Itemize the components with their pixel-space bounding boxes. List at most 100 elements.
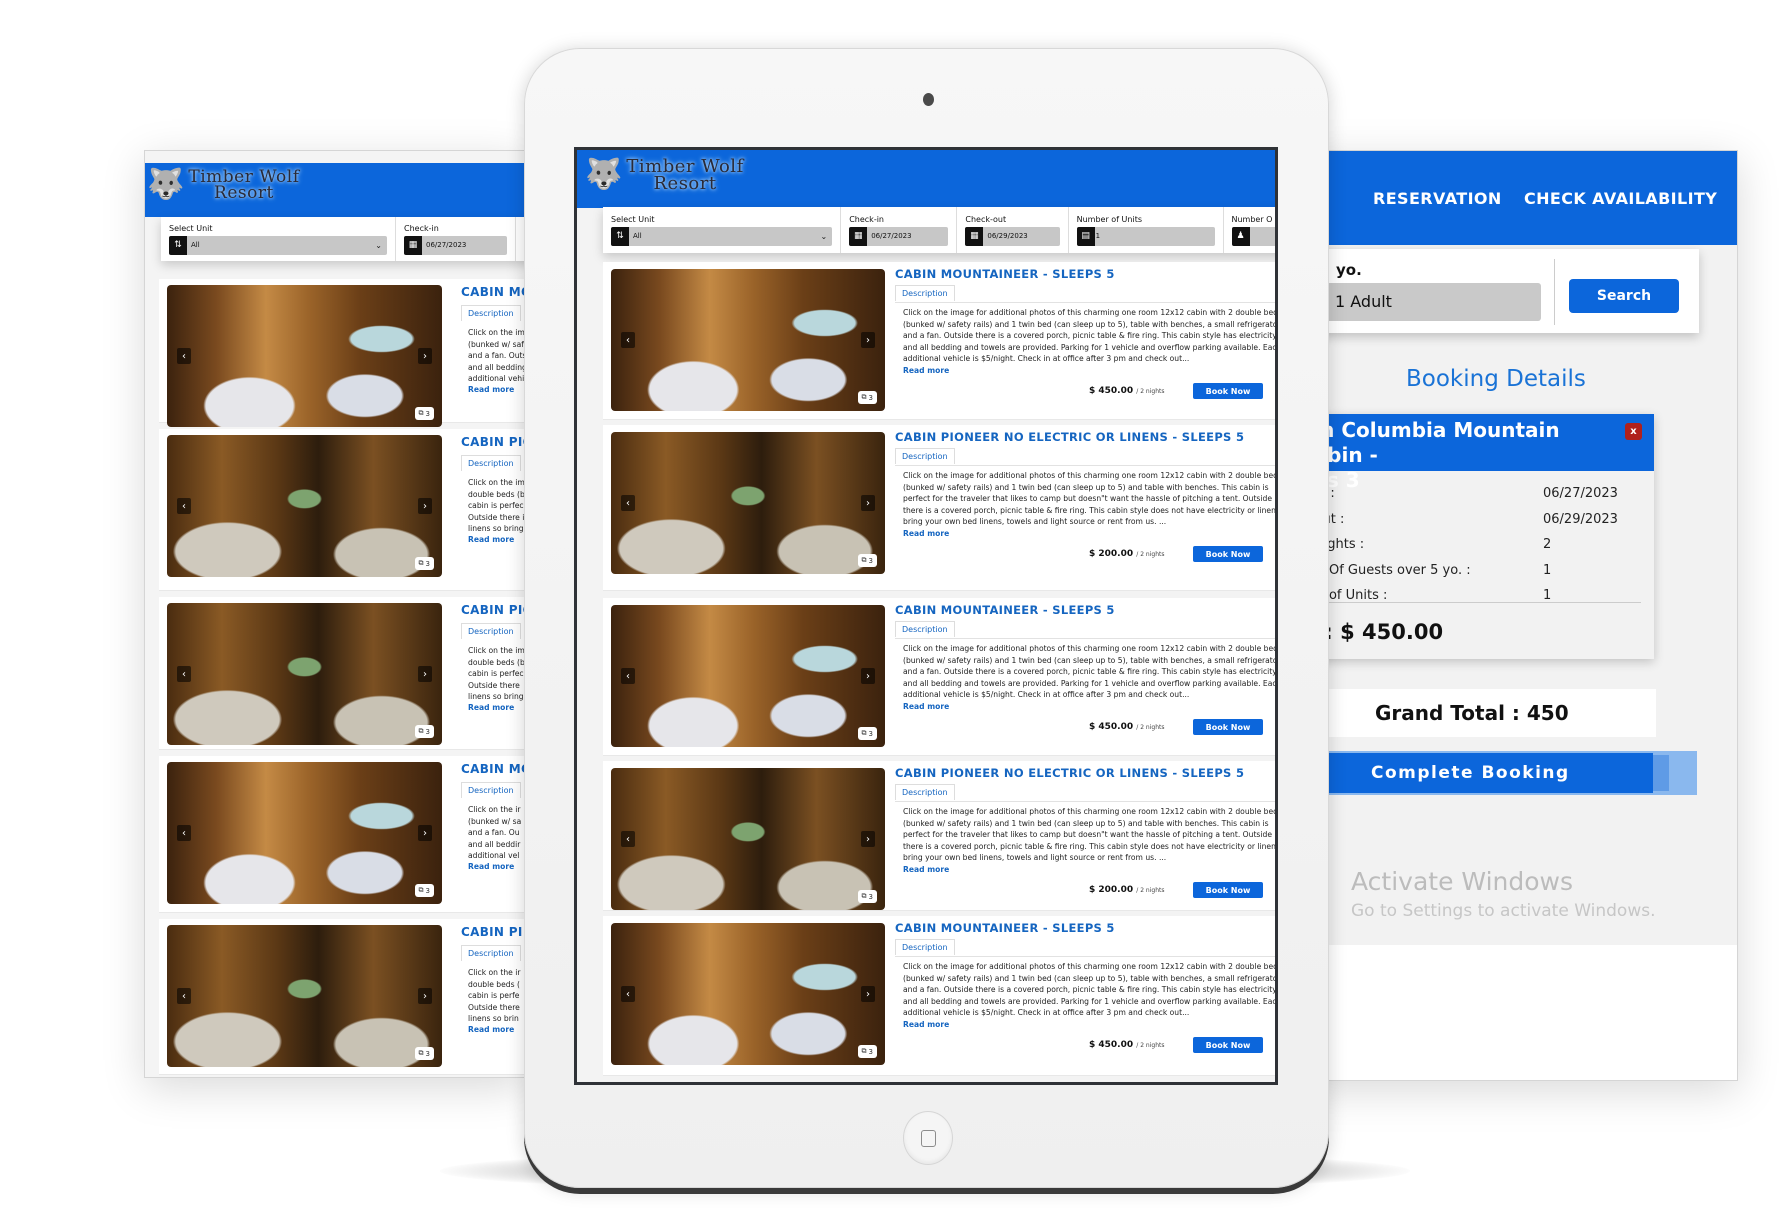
listing-title[interactable]: CABIN MOUNTAINEER - SLEEPS 5 [895,603,1115,617]
listing-description: Click on the ir (bunked w/ sa and a fan.… [468,805,522,861]
listing-title[interactable]: CABIN PIC [461,603,524,617]
listing-title[interactable]: CABIN PI [461,925,523,939]
listing-title[interactable]: CABIN PIONEER NO ELECTRIC OR LINENS - SL… [895,766,1244,780]
description-tab[interactable]: Description [461,455,521,471]
photo-count-badge[interactable]: ⧉ 3 [857,890,877,903]
photo-count-badge[interactable]: ⧉ 3 [857,727,877,740]
description-tab[interactable]: Description [895,784,955,800]
photo-count-badge[interactable]: ⧉ 3 [414,725,434,738]
listing-photo[interactable]: ‹ › ⧉ 3 [167,762,442,904]
photo-count-badge[interactable]: ⧉ 3 [857,1045,877,1058]
check-in-filter: Check-in ▦ 06/27/2023 [841,207,958,253]
chevron-left-icon[interactable]: ‹ [621,986,635,1002]
guests-input[interactable]: ♟ [1231,226,1275,246]
book-now-button[interactable]: Book Now [1193,546,1263,562]
site-logo[interactable]: 🐺 Timber Wolf Resort [585,157,744,192]
photo-count-badge[interactable]: ⧉ 3 [414,1047,434,1060]
read-more-link[interactable]: Read more [903,702,949,711]
description-tab[interactable]: Description [895,621,955,637]
chevron-right-icon[interactable]: › [861,495,875,511]
description-tab[interactable]: Description [895,939,955,955]
nav-item-reservation[interactable]: RESERVATION [1373,189,1502,208]
site-logo[interactable]: 🐺 Timber Wolf Resort [147,168,300,201]
chevron-left-icon[interactable]: ‹ [177,498,191,514]
description-tab[interactable]: Description [895,285,955,301]
chevron-left-icon[interactable]: ‹ [621,668,635,684]
listing-photo[interactable]: ‹ › ⧉ 3 [167,603,442,745]
description-tab[interactable]: Description [461,782,521,798]
listing-photo[interactable]: ‹ › ⧉ 3 [167,285,442,427]
book-now-button[interactable]: Book Now [1193,383,1263,399]
listing-title[interactable]: CABIN MOUNTAINEER - SLEEPS 5 [895,267,1115,281]
description-tab[interactable]: Description [461,945,521,961]
listing-title[interactable]: CABIN MOUNTAINEER - SLEEPS 5 [895,921,1115,935]
listing-photo[interactable]: ‹ › ⧉ 3 [167,925,442,1067]
check-in-input[interactable]: ▦ 06/27/2023 [849,226,949,246]
photo-count-badge[interactable]: ⧉ 3 [414,884,434,897]
read-more-link[interactable]: Read more [468,385,514,394]
photo-count-badge[interactable]: ⧉ 3 [414,557,434,570]
photo-count-badge[interactable]: ⧉ 3 [857,391,877,404]
read-more-link[interactable]: Read more [903,366,949,375]
read-more-link[interactable]: Read more [468,1025,514,1034]
chevron-right-icon[interactable]: › [418,666,432,682]
chevron-right-icon[interactable]: › [418,988,432,1004]
book-now-button[interactable]: Book Now [1193,719,1263,735]
chevron-right-icon[interactable]: › [861,668,875,684]
chevron-left-icon[interactable]: ‹ [621,332,635,348]
photo-count-badge[interactable]: ⧉ 3 [414,407,434,420]
select-unit-dropdown[interactable]: ⇅ All ⌄ [169,235,387,255]
book-now-button[interactable]: Book Now [1193,1037,1263,1053]
read-more-link[interactable]: Read more [903,529,949,538]
listing-photo[interactable]: ‹ › ⧉ 3 [611,605,885,747]
chevron-right-icon[interactable]: › [418,825,432,841]
detail-value: 2 [1543,537,1552,552]
listing-title[interactable]: CABIN MO [461,285,524,299]
listing-photo[interactable]: ‹ › ⧉ 3 [611,923,885,1065]
read-more-link[interactable]: Read more [468,703,514,712]
chevron-right-icon[interactable]: › [861,986,875,1002]
search-button[interactable]: Search [1569,279,1679,313]
select-unit-filter: Select Unit ⇅ All ⌄ [161,217,396,261]
chevron-left-icon[interactable]: ‹ [177,825,191,841]
select-unit-dropdown[interactable]: ⇅ All ⌄ [611,226,833,246]
nav-item-check-availability[interactable]: CHECK AVAILABILITY [1524,189,1717,208]
listing-title[interactable]: CABIN PIONEER NO ELECTRIC OR LINENS - SL… [895,430,1244,444]
listing-title[interactable]: CABIN PIC [461,435,524,449]
home-button[interactable] [903,1111,953,1165]
read-more-link[interactable]: Read more [468,862,514,871]
listing-photo[interactable]: ‹ › ⧉ 3 [611,269,885,411]
description-tab[interactable]: Description [461,305,521,321]
read-more-link[interactable]: Read more [903,1020,949,1029]
read-more-link[interactable]: Read more [468,535,514,544]
guest-select[interactable]: 1 Adult [1321,283,1541,321]
chevron-right-icon[interactable]: › [418,348,432,364]
read-more-link[interactable]: Read more [903,865,949,874]
chevron-left-icon[interactable]: ‹ [621,495,635,511]
book-now-button[interactable]: Book Now [1193,882,1263,898]
listing-photo[interactable]: ‹ › ⧉ 3 [611,432,885,574]
chevron-right-icon[interactable]: › [861,831,875,847]
chevron-left-icon[interactable]: ‹ [177,988,191,1004]
chevron-left-icon[interactable]: ‹ [177,666,191,682]
chevron-right-icon[interactable]: › [418,498,432,514]
chevron-left-icon[interactable]: ‹ [621,831,635,847]
units-input[interactable]: ▤ 1 [1076,226,1215,246]
description-tab[interactable]: Description [895,448,955,464]
gallery-icon: ⧉ [861,556,867,564]
chevron-right-icon[interactable]: › [861,332,875,348]
listing-card: ‹ › ⧉ 3 CABIN PI Description Click on the ir d… [159,919,524,1075]
chevron-left-icon[interactable]: ‹ [177,348,191,364]
photo-count-badge[interactable]: ⧉ 3 [857,554,877,567]
remove-booking-button[interactable]: x [1625,423,1642,440]
price-amount: $ 200.00 [1089,549,1134,559]
select-unit-value: All [633,232,642,240]
listing-title[interactable]: CABIN MC [461,762,524,776]
check-in-input[interactable]: ▦ 06/27/2023 [404,235,507,255]
listing-photo[interactable]: ‹ › ⧉ 3 [611,768,885,910]
listing-photo[interactable]: ‹ › ⧉ 3 [167,435,442,577]
description-tab[interactable]: Description [461,623,521,639]
check-out-input[interactable]: ▦ 06/29/2023 [965,226,1060,246]
calendar-icon: ▦ [404,235,422,255]
complete-booking-button[interactable]: Complete Booking [1301,753,1653,793]
